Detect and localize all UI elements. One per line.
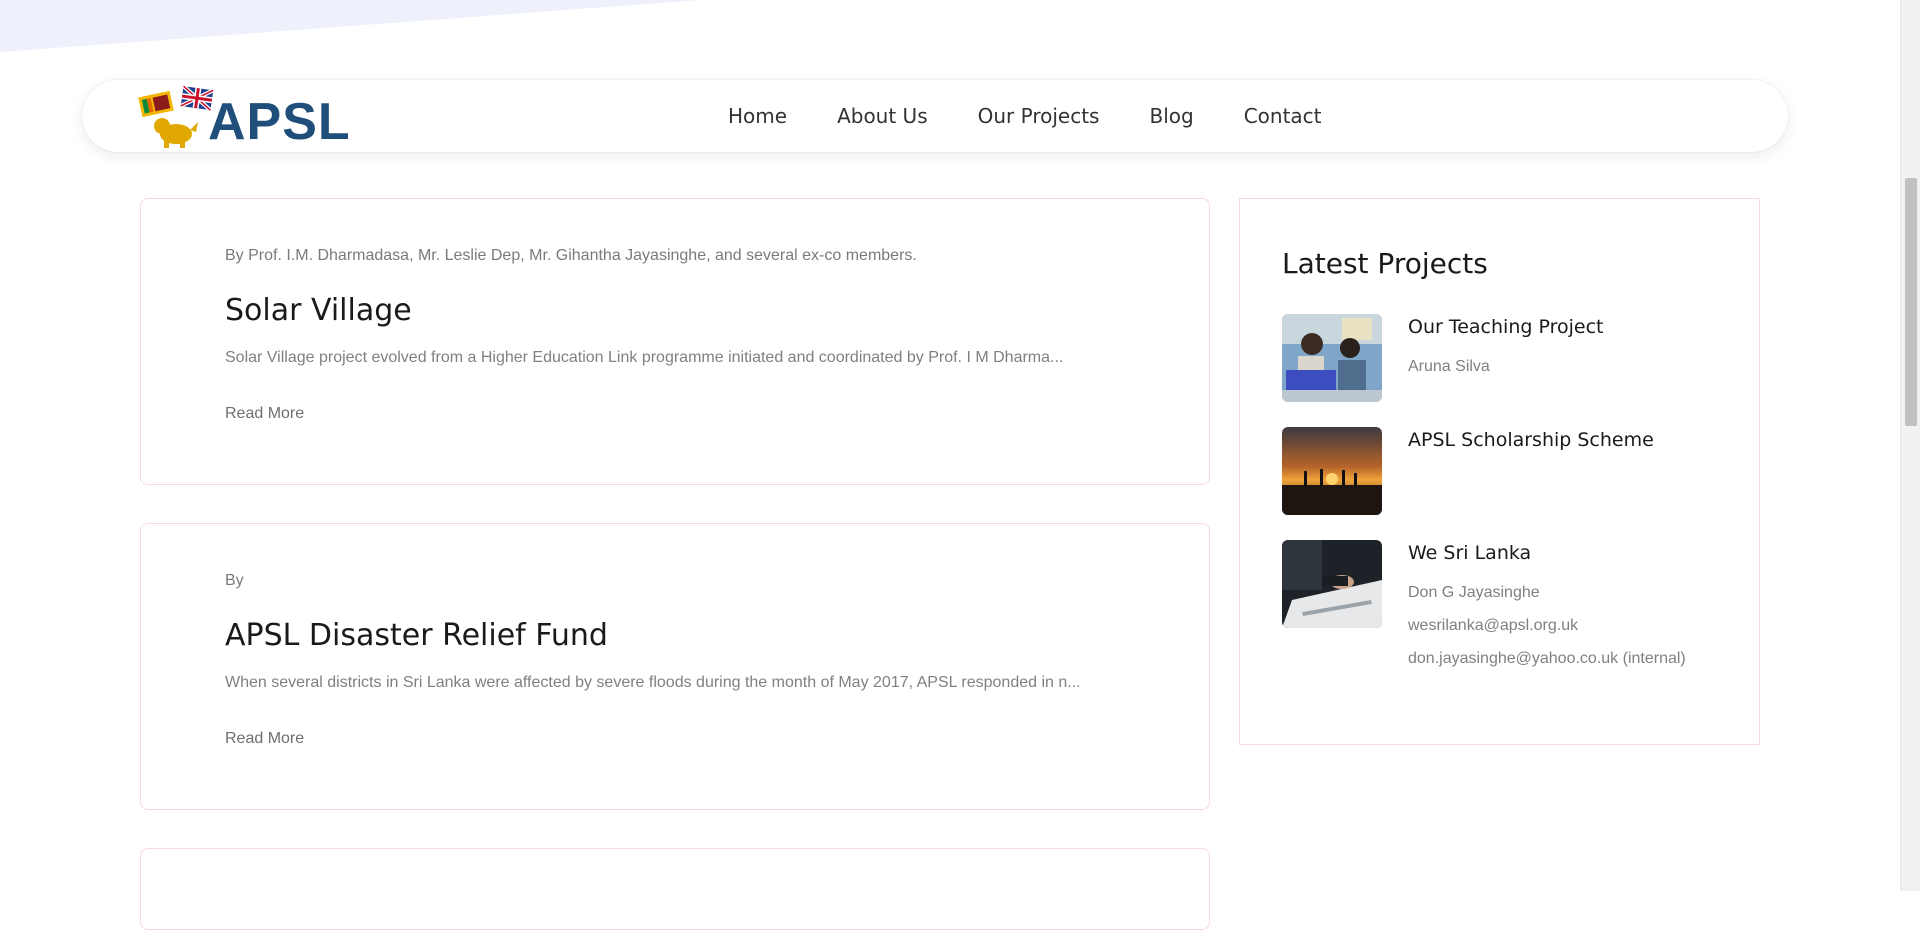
latest-project-author: Aruna Silva [1408, 358, 1490, 375]
read-more-link[interactable]: Read More [225, 405, 304, 423]
flags-lion-icon [138, 84, 215, 148]
logo-text: APSL [208, 93, 351, 151]
latest-project-item[interactable]: Our Teaching Project Aruna Silva [1282, 314, 1722, 404]
project-card-partial [140, 848, 1210, 930]
project-authors: By [225, 572, 244, 589]
nav-our-projects[interactable]: Our Projects [978, 104, 1100, 128]
project-title[interactable]: APSL Disaster Relief Fund [225, 618, 608, 653]
site-header: APSL Home About Us Our Projects Blog Con… [82, 80, 1788, 152]
latest-projects-widget: Latest Projects Our Teaching Project Aru… [1239, 198, 1760, 745]
project-card: By APSL Disaster Relief Fund When severa… [140, 523, 1210, 810]
latest-project-email-internal[interactable]: don.jayasinghe@yahoo.co.uk (internal) [1408, 650, 1686, 668]
project-excerpt: When several districts in Sri Lanka were… [225, 674, 1081, 691]
latest-project-item[interactable]: APSL Scholarship Scheme [1282, 427, 1722, 517]
main-nav: Home About Us Our Projects Blog Contact [728, 80, 1372, 152]
latest-project-title[interactable]: APSL Scholarship Scheme [1408, 429, 1654, 451]
latest-project-title[interactable]: We Sri Lanka [1408, 542, 1531, 564]
nav-home[interactable]: Home [728, 104, 787, 128]
project-thumbnail[interactable] [1282, 427, 1382, 515]
project-title[interactable]: Solar Village [225, 293, 412, 328]
project-excerpt: Solar Village project evolved from a Hig… [225, 349, 1064, 366]
project-thumbnail[interactable] [1282, 314, 1382, 402]
nav-about-us[interactable]: About Us [837, 104, 928, 128]
nav-contact[interactable]: Contact [1244, 104, 1322, 128]
nav-blog[interactable]: Blog [1149, 104, 1193, 128]
latest-project-email[interactable]: wesrilanka@apsl.org.uk [1408, 617, 1578, 635]
latest-project-item[interactable]: We Sri Lanka Don G Jayasinghe wesrilanka… [1282, 540, 1722, 680]
latest-project-title[interactable]: Our Teaching Project [1408, 316, 1603, 338]
page-scrollbar[interactable] [1900, 0, 1920, 891]
latest-project-author: Don G Jayasinghe [1408, 584, 1540, 601]
site-logo[interactable]: APSL [138, 84, 358, 151]
read-more-link[interactable]: Read More [225, 730, 304, 748]
project-authors: By Prof. I.M. Dharmadasa, Mr. Leslie Dep… [225, 247, 917, 264]
project-card: By Prof. I.M. Dharmadasa, Mr. Leslie Dep… [140, 198, 1210, 485]
background-shape [0, 0, 700, 52]
scrollbar-thumb[interactable] [1905, 178, 1917, 426]
project-thumbnail[interactable] [1282, 540, 1382, 628]
widget-heading: Latest Projects [1282, 247, 1488, 280]
